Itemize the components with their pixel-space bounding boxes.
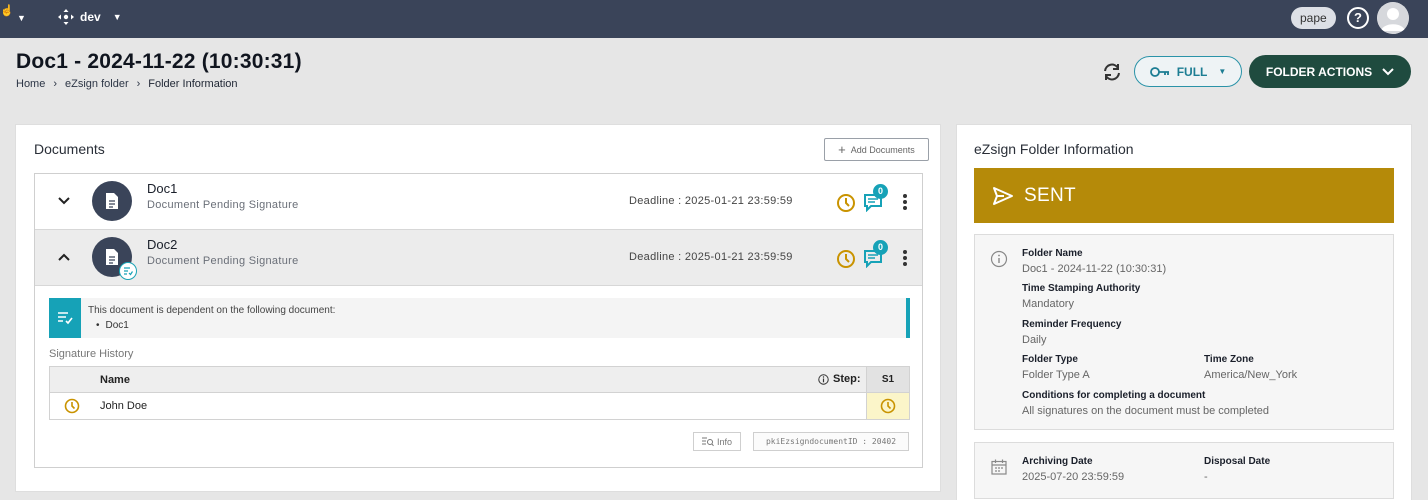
- tsa-value: Mandatory: [1022, 298, 1074, 310]
- pending-clock-icon: [837, 250, 855, 268]
- top-navigation-bar: ☝ ▼ dev ▼ pape ?: [0, 0, 1428, 38]
- column-header-name: Name: [100, 374, 130, 386]
- signature-history-table: Name Step: S1 John Doe: [49, 366, 910, 420]
- folder-name-value: Doc1 - 2024-11-22 (10:30:31): [1022, 263, 1167, 275]
- archiving-date-value: 2025-07-20 23:59:59: [1022, 471, 1125, 483]
- move-arrows-icon: [58, 9, 74, 25]
- folder-information-panel: eZsign Folder Information SENT Folder Na…: [956, 124, 1412, 500]
- dependency-list-icon: [49, 298, 81, 338]
- pending-clock-icon: [837, 194, 855, 212]
- add-documents-label: Add Documents: [850, 144, 915, 155]
- breadcrumb-separator-icon: ›: [136, 78, 141, 90]
- breadcrumb: Home › eZsign folder › Folder Informatio…: [16, 78, 238, 90]
- tsa-label: Time Stamping Authority: [1022, 283, 1141, 294]
- info-button[interactable]: Info: [693, 432, 741, 451]
- documents-panel: Documents + Add Documents Doc1 Document …: [15, 124, 941, 492]
- document-status: Document Pending Signature: [147, 255, 299, 267]
- dependency-item-name: Doc1: [105, 320, 129, 331]
- folder-status-label: SENT: [1024, 184, 1076, 206]
- conditions-value: All signatures on the document must be c…: [1022, 405, 1270, 417]
- document-more-icon[interactable]: [901, 192, 909, 212]
- pending-clock-icon: [64, 398, 80, 414]
- user-avatar-icon: [1377, 2, 1409, 34]
- document-more-icon[interactable]: [901, 248, 909, 268]
- folder-status-banner: SENT: [974, 168, 1394, 223]
- comments-count-badge: 0: [873, 240, 888, 255]
- breadcrumb-current: Folder Information: [148, 78, 238, 90]
- refresh-button[interactable]: [1101, 61, 1123, 83]
- conditions-label: Conditions for completing a document: [1022, 390, 1206, 401]
- info-circle-icon: [990, 250, 1008, 268]
- folder-type-label: Folder Type: [1022, 354, 1078, 365]
- environment-chevron-down-icon: ▼: [112, 12, 122, 22]
- access-level-label: FULL: [1176, 64, 1208, 79]
- archiving-box: Archiving Date 2025-07-20 23:59:59 Dispo…: [974, 442, 1394, 499]
- send-icon: [993, 186, 1013, 205]
- folder-details-box: Folder Name Doc1 - 2024-11-22 (10:30:31)…: [974, 234, 1394, 430]
- info-circle-icon[interactable]: [818, 373, 829, 385]
- dependency-text: This document is dependent on the follow…: [88, 305, 336, 316]
- document-deadline: Deadline : 2025-01-21 23:59:59: [629, 251, 793, 263]
- disposal-date-value: -: [1204, 471, 1208, 483]
- document-row-doc1[interactable]: Doc1 Document Pending Signature Deadline…: [35, 174, 922, 230]
- table-row: John Doe: [50, 393, 909, 419]
- menu-cursor-icon[interactable]: ☝: [0, 4, 14, 17]
- info-button-label: Info: [716, 436, 732, 447]
- page-title: Doc1 - 2024-11-22 (10:30:31): [16, 50, 302, 73]
- dependency-notice: This document is dependent on the follow…: [49, 298, 910, 338]
- folder-actions-button[interactable]: FOLDER ACTIONS: [1249, 55, 1411, 88]
- column-header-step: Step:: [818, 373, 861, 385]
- document-id-label: pkiEzsigndocumentID : 20402: [753, 432, 909, 451]
- folder-type-value: Folder Type A: [1022, 369, 1090, 381]
- documents-title: Documents: [34, 141, 105, 157]
- search-list-icon: [701, 437, 714, 446]
- signer-name: John Doe: [100, 400, 148, 412]
- table-header: Name Step: S1: [50, 367, 909, 393]
- document-status: Document Pending Signature: [147, 199, 299, 211]
- help-icon[interactable]: ?: [1347, 7, 1369, 29]
- chevron-down-icon: ▼: [1218, 67, 1227, 76]
- document-name[interactable]: Doc1: [147, 181, 177, 196]
- avatar[interactable]: [1377, 2, 1409, 34]
- step-status-cell: [866, 393, 909, 419]
- breadcrumb-home[interactable]: Home: [16, 78, 45, 90]
- folder-name-label: Folder Name: [1022, 248, 1083, 259]
- reminder-value: Daily: [1022, 334, 1047, 346]
- chevron-up-icon[interactable]: [57, 250, 71, 264]
- document-file-icon: [92, 181, 132, 221]
- breadcrumb-ezsign-folder[interactable]: eZsign folder: [65, 78, 129, 90]
- document-row-doc2[interactable]: Doc2 Document Pending Signature Deadline…: [35, 230, 922, 286]
- folder-actions-label: FOLDER ACTIONS: [1265, 64, 1373, 79]
- username-badge[interactable]: pape: [1291, 7, 1336, 29]
- pending-clock-icon: [880, 398, 896, 414]
- time-zone-value: America/New_York: [1204, 369, 1298, 381]
- calendar-icon: [991, 459, 1007, 475]
- chevron-down-icon[interactable]: [57, 194, 71, 208]
- dependency-item: • Doc1: [96, 320, 129, 331]
- app-menu-chevron-down-icon[interactable]: ▼: [17, 13, 26, 23]
- add-documents-button[interactable]: + Add Documents: [824, 138, 929, 161]
- reminder-label: Reminder Frequency: [1022, 319, 1122, 330]
- column-header-s1: S1: [866, 367, 909, 392]
- plus-icon: +: [838, 142, 846, 157]
- chevron-down-icon: [1382, 67, 1394, 75]
- dependency-badge-icon: [119, 262, 137, 280]
- step-label: Step:: [833, 373, 861, 385]
- refresh-icon: [1104, 63, 1120, 81]
- signature-history-title: Signature History: [49, 348, 134, 360]
- environment-name: dev: [80, 10, 101, 24]
- document-deadline: Deadline : 2025-01-21 23:59:59: [629, 195, 793, 207]
- time-zone-label: Time Zone: [1204, 354, 1254, 365]
- document-name[interactable]: Doc2: [147, 237, 177, 252]
- access-level-button[interactable]: FULL ▼: [1134, 56, 1242, 87]
- folder-information-title: eZsign Folder Information: [974, 141, 1134, 157]
- document-list: Doc1 Document Pending Signature Deadline…: [34, 173, 923, 468]
- disposal-date-label: Disposal Date: [1204, 456, 1271, 467]
- bullet-icon: •: [96, 320, 100, 331]
- key-icon: [1149, 66, 1169, 77]
- comments-count-badge: 0: [873, 184, 888, 199]
- breadcrumb-separator-icon: ›: [53, 78, 58, 90]
- archiving-date-label: Archiving Date: [1022, 456, 1093, 467]
- environment-selector[interactable]: dev ▼: [58, 9, 122, 25]
